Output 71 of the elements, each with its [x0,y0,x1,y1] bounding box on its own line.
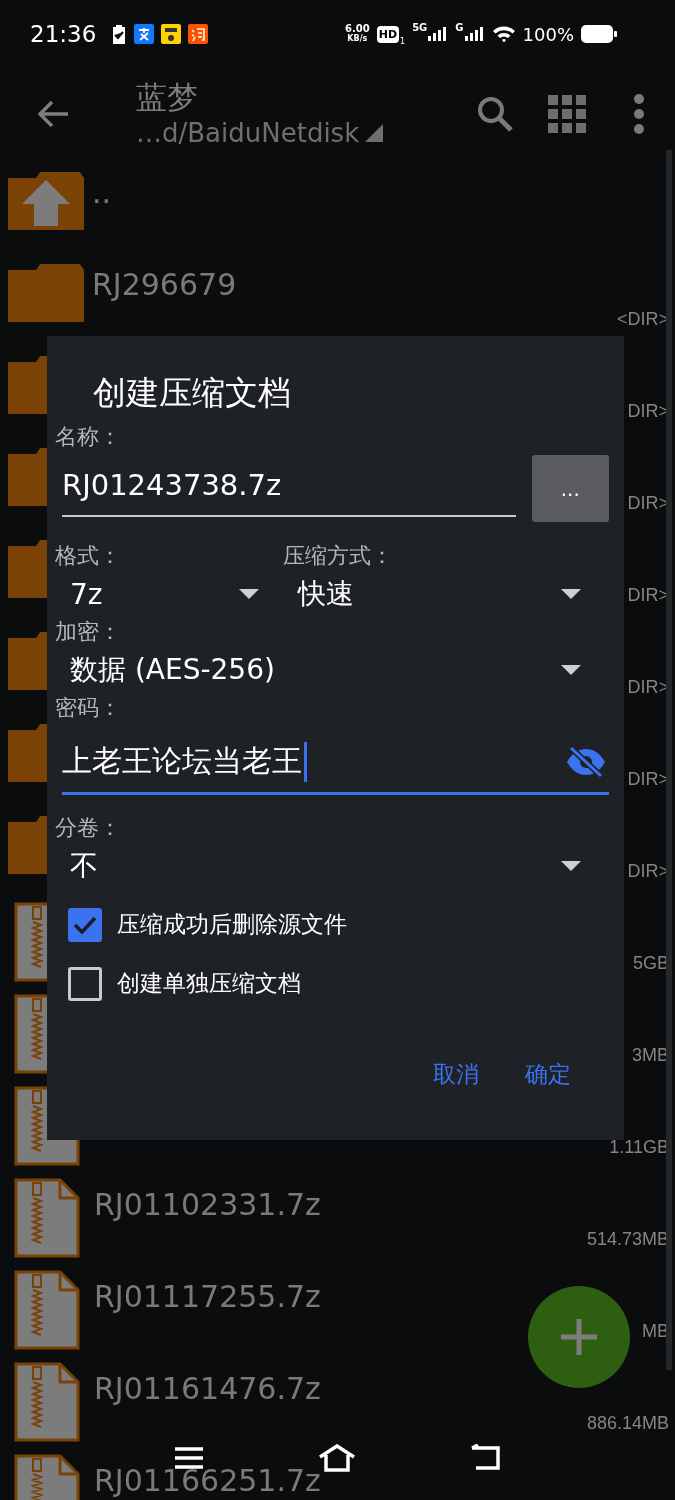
browse-button[interactable]: ... [531,455,609,522]
file-size: DIR> [627,768,669,790]
app-icon [134,24,155,44]
clipboard-check-icon [111,24,128,44]
grid-view-icon[interactable] [547,94,587,134]
file-name[interactable]: .. [92,176,112,210]
plus-icon [559,1317,599,1357]
checkbox[interactable] [68,907,102,942]
file-size: DIR> [627,400,669,422]
network-type: G [455,22,464,33]
eye-slash-icon[interactable] [565,745,607,778]
caret-icon [561,861,581,871]
back-arrow-icon[interactable] [36,99,70,129]
method-dropdown[interactable]: 快速 [283,569,609,619]
folder-title: 蓝梦 [136,78,199,116]
format-dropdown[interactable]: 7z [55,569,283,619]
archive-file-icon[interactable] [14,1178,80,1258]
search-icon[interactable] [475,94,515,134]
file-size: 514.73MB [586,1228,669,1250]
archive-file-icon[interactable] [14,1362,80,1442]
field-label: 密码： [55,695,122,721]
archive-file-icon[interactable] [14,1270,80,1350]
signal-icon [464,27,485,41]
split-dropdown[interactable]: 不 [55,841,609,891]
file-size: DIR> [627,492,669,514]
file-size: DIR> [627,860,669,882]
parent-folder-icon[interactable] [6,170,86,232]
speed-unit: KB/s [347,34,368,44]
wifi-icon [491,24,516,44]
dialog-title: 创建压缩文档 [92,372,292,414]
field-label: 格式： [55,543,122,569]
app-icon [188,24,209,44]
encryption-dropdown[interactable]: 数据 (AES-256) [55,645,609,695]
file-size: DIR> [627,584,669,606]
field-label: 名称： [55,424,122,450]
password-input-field[interactable]: 上老王论坛当老王 [62,731,609,795]
checkbox[interactable] [68,966,102,1001]
hd-badge: HD [376,25,400,43]
back-icon[interactable] [469,1444,502,1472]
battery-percent: 100% [522,23,574,45]
app-icon [161,24,182,44]
field-label: 加密： [55,619,122,645]
sim-number: 1 [400,37,406,46]
field-label: 压缩方式： [283,543,394,569]
file-size: <DIR> [616,308,669,330]
file-size: DIR> [627,676,669,698]
file-name[interactable]: RJ01166251.7z [94,1464,321,1498]
file-name[interactable]: RJ296679 [92,268,237,302]
dropdown-corner-icon[interactable] [365,124,384,142]
dialog-button[interactable]: 确定 [502,1051,594,1098]
caret-icon [239,589,259,599]
file-size: 886.14MB [586,1412,669,1434]
scroll-bar[interactable] [666,150,672,1370]
caret-icon [561,665,581,675]
field-label: 分卷： [55,815,122,841]
folder-path[interactable]: …d/BaiduNetdisk [136,116,360,150]
file-name[interactable]: RJ01102331.7z [94,1188,321,1222]
caret-icon [561,589,581,599]
checkbox-label[interactable]: 压缩成功后删除源文件 [117,909,347,940]
network-type: 5G [412,22,428,33]
more-options-icon[interactable] [633,94,645,134]
name-input-field[interactable]: RJ01243738.7z [62,455,516,517]
file-name[interactable]: RJ01117255.7z [94,1280,321,1314]
signal-icon [428,27,449,41]
menu-icon[interactable] [173,1446,204,1470]
dialog-button[interactable]: 取消 [410,1051,502,1098]
checkbox-label[interactable]: 创建单独压缩文档 [117,968,301,999]
status-time: 21:36 [30,21,97,47]
network-speed: 6.00 [345,24,370,34]
battery-icon [581,25,617,43]
file-name[interactable]: RJ01161476.7z [94,1372,321,1406]
